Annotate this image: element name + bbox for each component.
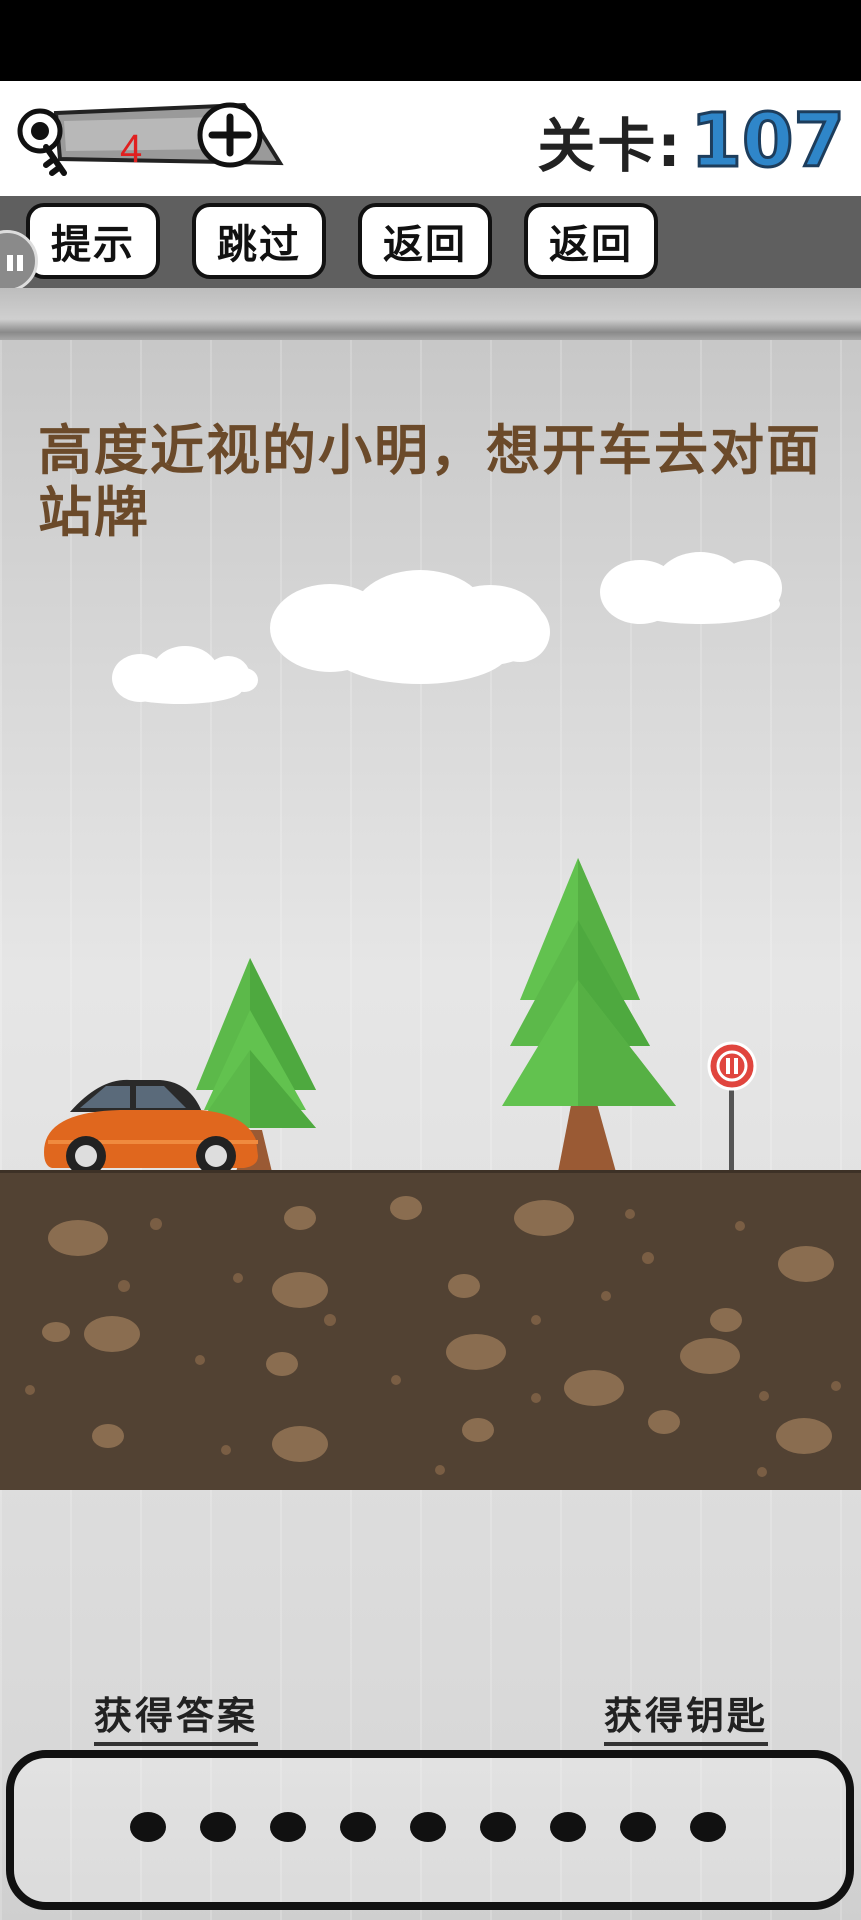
answer-slot-dot [340, 1812, 376, 1842]
ground-dirt [0, 1170, 861, 1490]
cloud-small[interactable] [112, 646, 258, 704]
answer-slot-dot [620, 1812, 656, 1842]
tree-large[interactable] [502, 858, 676, 1172]
level-number: 107 [689, 97, 846, 186]
key-counter[interactable]: 4 [16, 101, 286, 181]
add-key-icon[interactable] [197, 102, 263, 168]
answer-slot-dot [130, 1812, 166, 1842]
answer-slot-dot [270, 1812, 306, 1842]
answer-slot-dot [200, 1812, 236, 1842]
level-label: 关卡: [537, 112, 683, 180]
get-key-link[interactable]: 获得钥匙 [604, 1685, 769, 1746]
puzzle-question: 高度近视的小明，想开车去对面站牌 [38, 419, 822, 544]
answer-slots [130, 1812, 726, 1848]
hint-button[interactable]: 提示 [26, 203, 160, 279]
puzzle-scene [0, 552, 861, 1490]
bus-stop-sign[interactable] [707, 1041, 757, 1172]
key-bar-shape [17, 102, 284, 176]
answer-slot-dot [550, 1812, 586, 1842]
answer-slot-dot [690, 1812, 726, 1842]
status-bar [0, 0, 861, 81]
cloud-right[interactable] [600, 552, 782, 624]
top-bar: 4 关卡: 107 [0, 81, 861, 196]
answer-slot-dot [410, 1812, 446, 1842]
back-button-2[interactable]: 返回 [524, 203, 658, 279]
toolbar: 提示 跳过 返回 返回 [0, 196, 861, 288]
get-answer-link[interactable]: 获得答案 [94, 1685, 259, 1746]
answer-slot-dot [480, 1812, 516, 1842]
key-icon [17, 108, 67, 176]
skip-button[interactable]: 跳过 [192, 203, 326, 279]
level-indicator: 关卡: 107 [537, 97, 846, 186]
key-count: 4 [120, 127, 143, 171]
back-button[interactable]: 返回 [358, 203, 492, 279]
shelf-divider [0, 288, 861, 340]
cloud-large[interactable] [270, 570, 550, 684]
